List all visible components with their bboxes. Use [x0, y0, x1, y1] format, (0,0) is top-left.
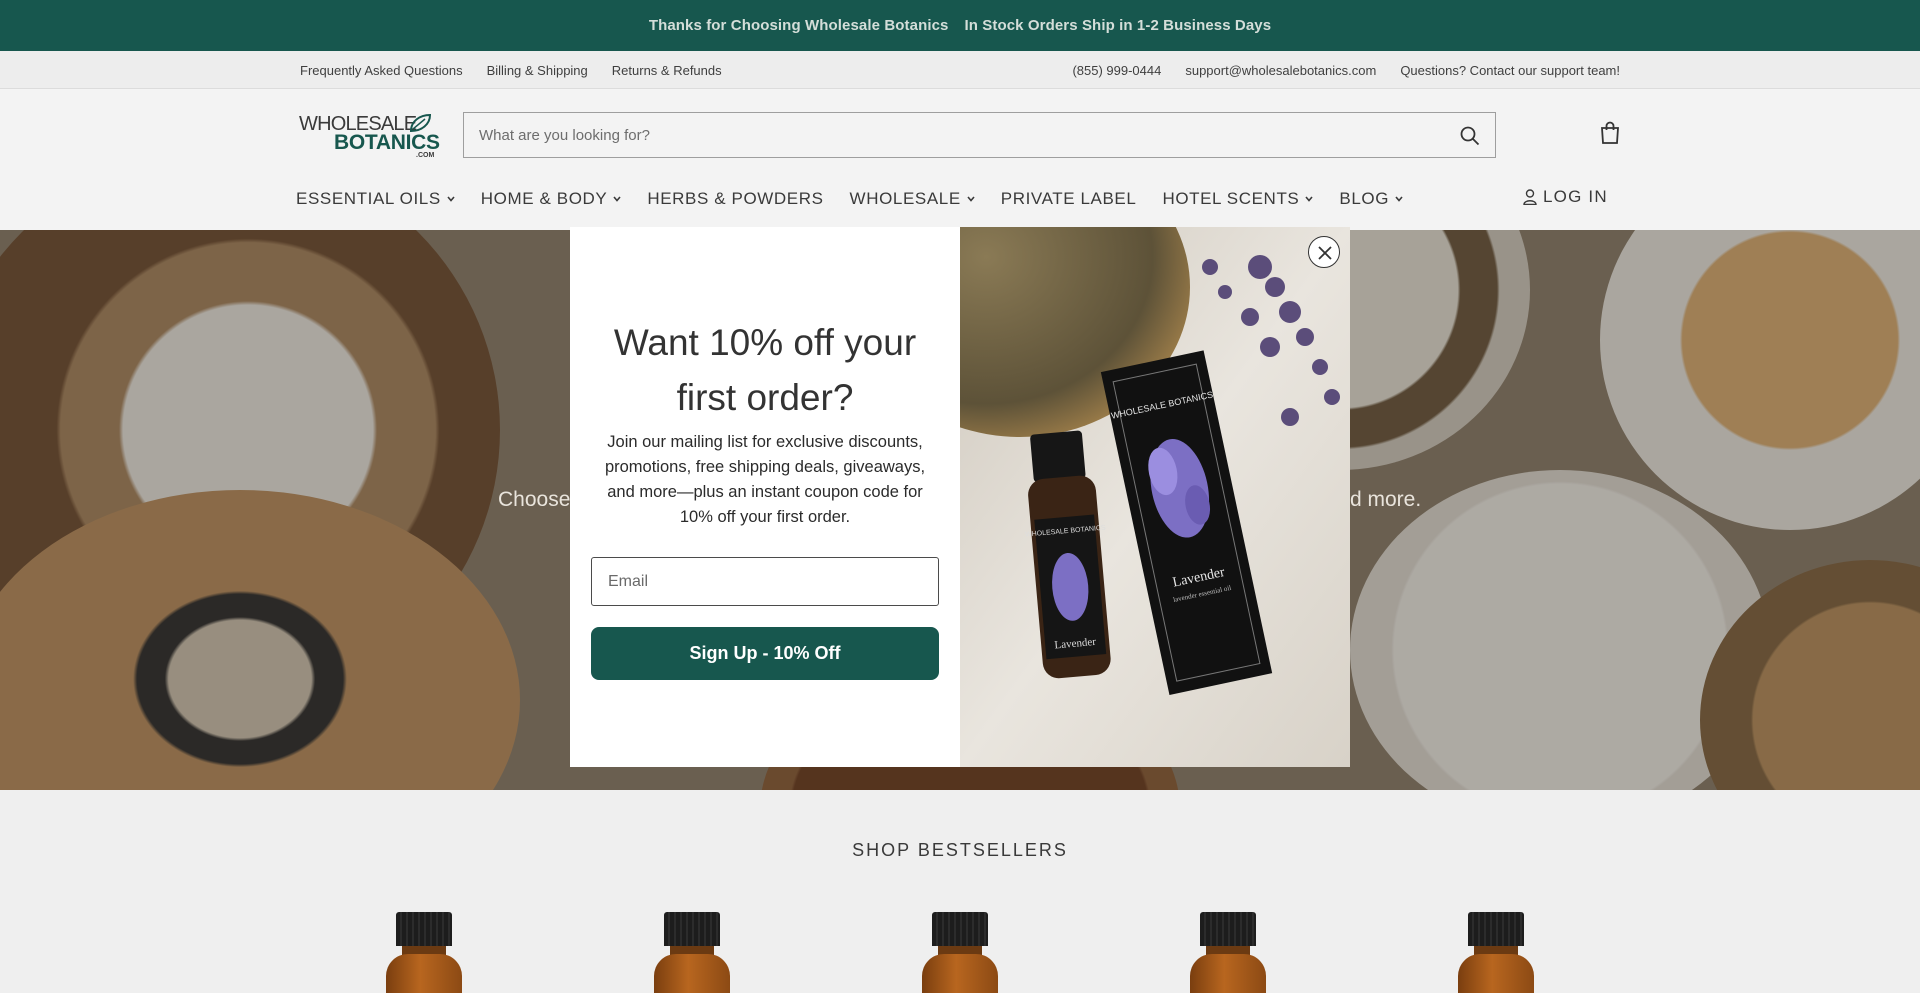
bottle-cap [932, 912, 988, 946]
chevron-down-icon [613, 196, 621, 202]
nav-label: HOME & BODY [480, 189, 608, 208]
nav-herbs-powders[interactable]: HERBS & POWDERS [647, 189, 823, 209]
nav-label: HERBS & POWDERS [647, 189, 824, 208]
lavender-product-photo: WHOLESALE BOTANICS Lavender lavender ess… [960, 227, 1350, 767]
user-icon [1523, 189, 1537, 205]
nav-label: WHOLESALE [849, 189, 961, 208]
product-image[interactable] [386, 912, 462, 993]
bestsellers-title: SHOP BESTSELLERS [852, 840, 1068, 860]
modal-heading: Want 10% off your first order? [613, 322, 917, 418]
search-input[interactable] [464, 113, 1444, 157]
email-field[interactable] [591, 557, 939, 606]
logo-dotcom: .COM [416, 152, 435, 159]
announcement-bar: Thanks for Choosing Wholesale Botanics I… [0, 0, 1920, 51]
contact-support-link[interactable]: Questions? Contact our support team! [1400, 63, 1620, 78]
faq-link[interactable]: Frequently Asked Questions [300, 63, 463, 78]
product-image[interactable] [922, 912, 998, 993]
bottle-body [654, 954, 730, 993]
signup-button[interactable]: Sign Up - 10% Off [591, 627, 939, 680]
product-image[interactable] [654, 912, 730, 993]
nav-home-body[interactable]: HOME & BODY [481, 189, 622, 209]
nav-private-label[interactable]: PRIVATE LABEL [1001, 189, 1137, 209]
announcement-shipping: In Stock Orders Ship in 1-2 Business Day… [964, 17, 1272, 34]
close-modal-button[interactable] [1308, 236, 1340, 268]
support-email-link[interactable]: support@wholesalebotanics.com [1185, 63, 1376, 78]
main-nav: ESSENTIAL OILS HOME & BODY HERBS & POWDE… [296, 187, 1429, 211]
login-label: LOG IN [1543, 187, 1608, 206]
shopping-bag-icon[interactable] [1598, 121, 1622, 145]
nav-blog[interactable]: BLOG [1339, 189, 1403, 209]
chevron-down-icon [447, 196, 455, 202]
nav-label: PRIVATE LABEL [1000, 189, 1137, 208]
login-link[interactable]: LOG IN [1523, 187, 1608, 207]
nav-wholesale[interactable]: WHOLESALE [850, 189, 975, 209]
bottle-body [1190, 954, 1266, 993]
announcement-thanks: Thanks for Choosing Wholesale Botanics [648, 17, 949, 34]
lavender-photo-illustration: WHOLESALE BOTANICS Lavender lavender ess… [960, 227, 1350, 767]
hero-tagline-left: Choose [498, 488, 571, 511]
leaf-icon [409, 114, 432, 132]
bottle-body [386, 954, 462, 993]
bottle-cap [1200, 912, 1256, 946]
modal-body-text: Join our mailing list for exclusive disc… [604, 433, 926, 526]
nav-label: BLOG [1339, 189, 1390, 208]
chevron-down-icon [1305, 196, 1313, 202]
search-bar [463, 112, 1496, 158]
phone-link[interactable]: (855) 999-0444 [1072, 63, 1161, 78]
bottle-body [922, 954, 998, 993]
newsletter-modal: Want 10% off your first order? Join our … [570, 227, 1350, 767]
nav-hotel-scents[interactable]: HOTEL SCENTS [1162, 189, 1313, 209]
returns-refunds-link[interactable]: Returns & Refunds [612, 63, 722, 78]
bottle-cap [664, 912, 720, 946]
billing-shipping-link[interactable]: Billing & Shipping [487, 63, 588, 78]
nav-label: ESSENTIAL OILS [296, 189, 441, 208]
site-logo[interactable]: WHOLESALE BOTANICS .COM [299, 113, 441, 159]
utility-bar: Frequently Asked Questions Billing & Shi… [0, 51, 1920, 89]
bottle-body [1458, 954, 1534, 993]
search-icon[interactable] [1459, 125, 1481, 147]
product-image[interactable] [1190, 912, 1266, 993]
close-icon [1318, 246, 1332, 260]
bottle-cap [1468, 912, 1524, 946]
product-image[interactable] [1458, 912, 1534, 993]
modal-form-panel: Want 10% off your first order? Join our … [570, 227, 960, 767]
hero-tagline-right: d more. [1350, 488, 1422, 511]
chevron-down-icon [967, 196, 975, 202]
bestsellers-section: SHOP BESTSELLERS [0, 790, 1920, 993]
chevron-down-icon [1395, 196, 1403, 202]
nav-label: HOTEL SCENTS [1162, 189, 1300, 208]
bottle-cap [396, 912, 452, 946]
nav-essential-oils[interactable]: ESSENTIAL OILS [296, 189, 455, 209]
site-header: WHOLESALE BOTANICS .COM ESSENTIAL OILS H… [0, 90, 1920, 230]
